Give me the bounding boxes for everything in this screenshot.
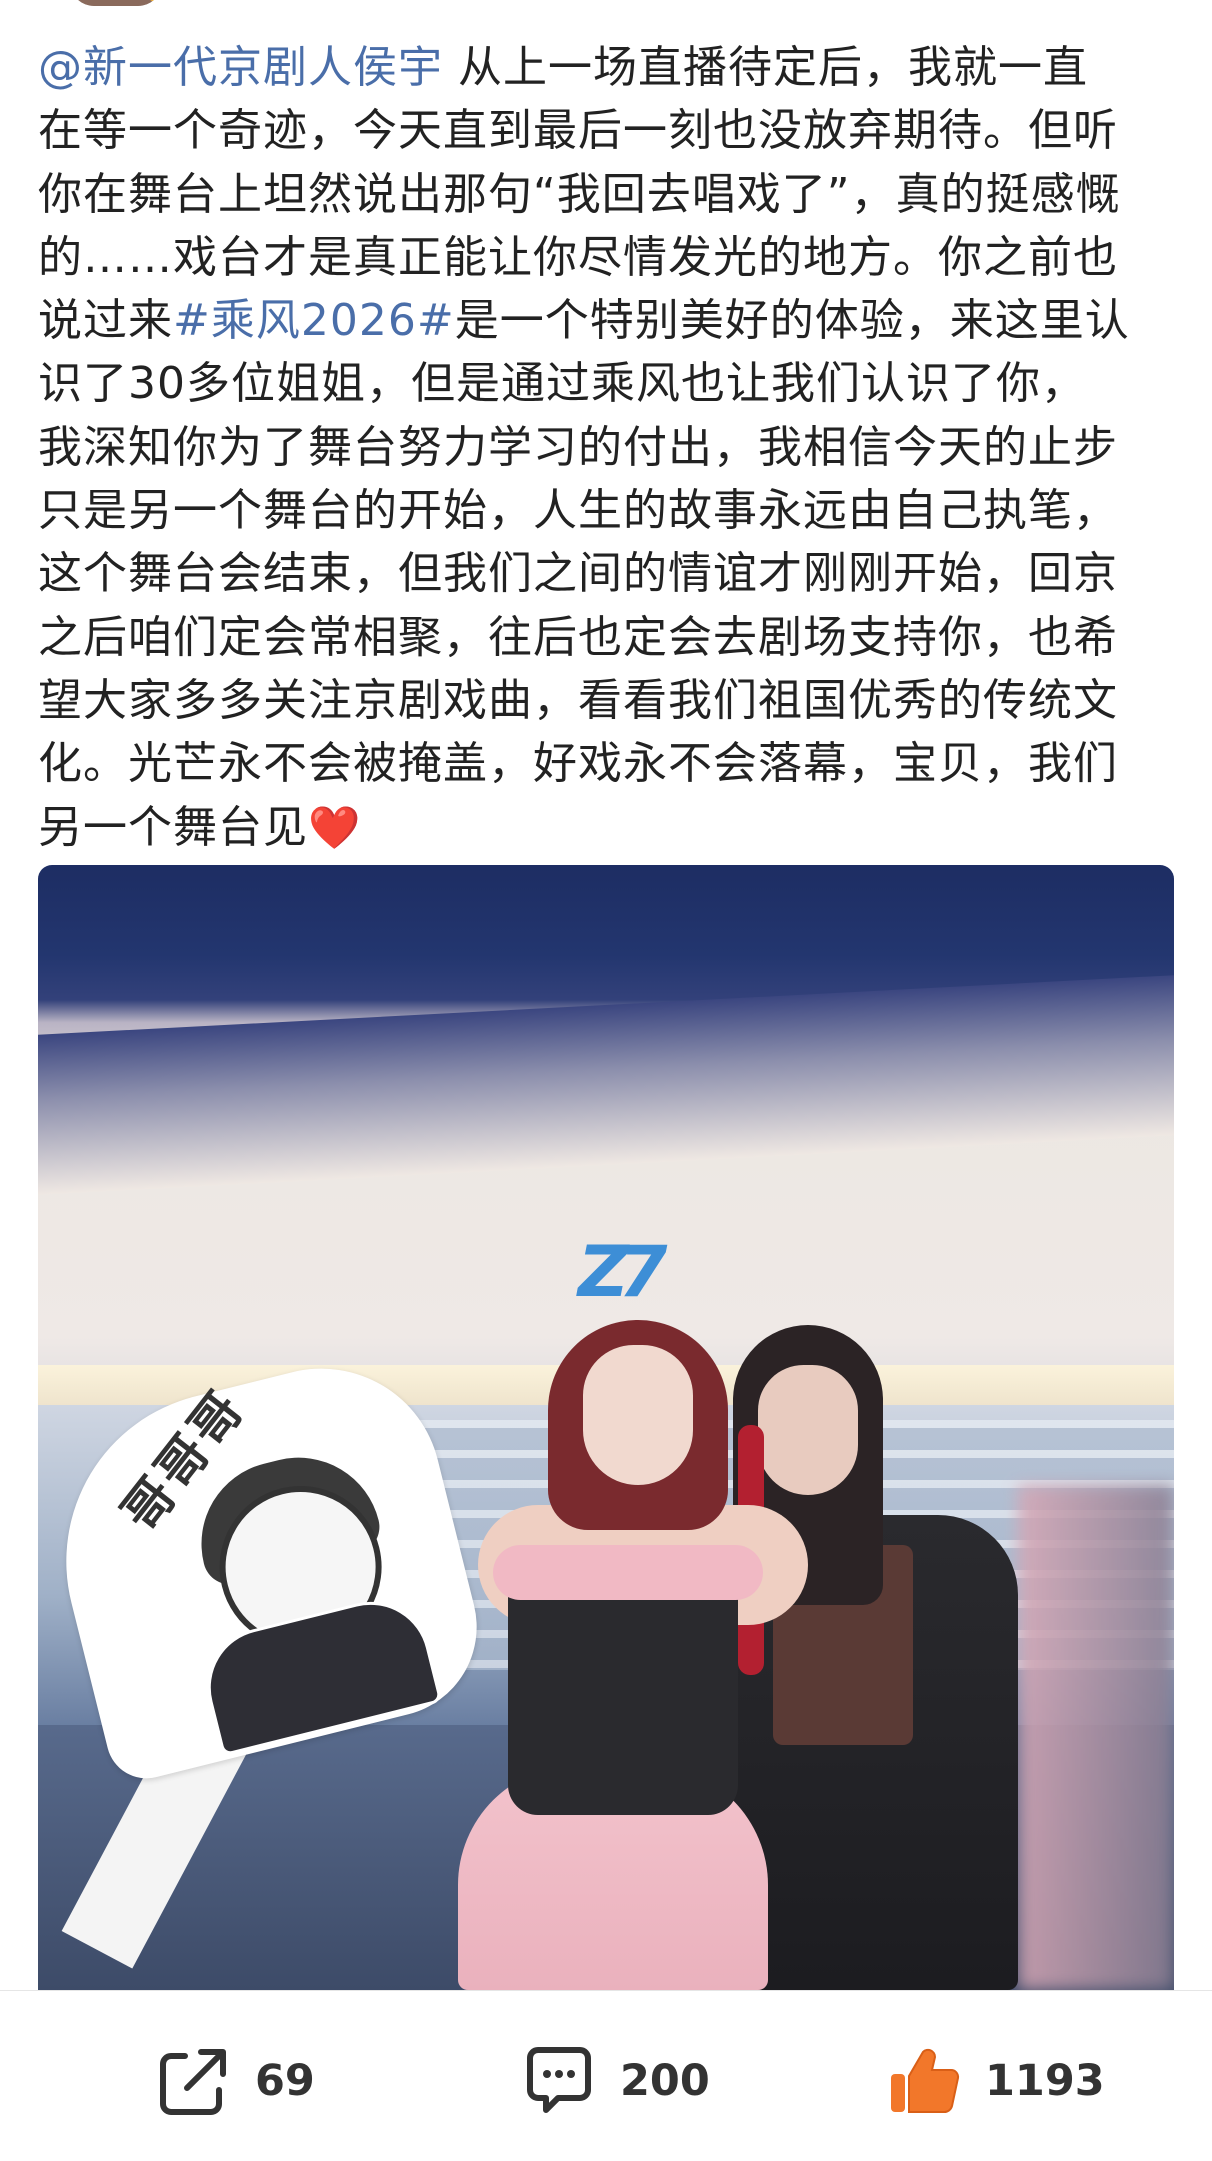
comment-count: 200 bbox=[620, 2056, 710, 2106]
like-count: 1193 bbox=[985, 2056, 1105, 2106]
person-left-face bbox=[583, 1345, 693, 1485]
repost-button[interactable]: 69 bbox=[155, 2041, 315, 2121]
heart-emoji: ❤️ bbox=[308, 802, 362, 852]
action-toolbar: 69 200 1193 bbox=[0, 1990, 1212, 2161]
like-button[interactable]: 1193 bbox=[885, 2041, 1105, 2121]
post-photo[interactable]: Z7 哥哥哥 bbox=[38, 865, 1174, 1990]
repost-count: 69 bbox=[255, 2056, 315, 2106]
hashtag-link[interactable]: #乘风2026# bbox=[173, 295, 455, 346]
stage-logo: Z7 bbox=[578, 1231, 667, 1313]
share-arrow-icon bbox=[160, 2049, 226, 2115]
background-crowd bbox=[1018, 1485, 1174, 1990]
post-text: @新一代京剧人侯宇 从上一场直播待定后，我就一直 在等一个奇迹，今天直到最后一刻… bbox=[38, 36, 1178, 859]
post-text-part-2: 是一个特别美好的体验，来这里认 识了30多位姐姐，但是通过乘风也让我们认识了你，… bbox=[38, 295, 1130, 853]
thumbs-up-icon bbox=[891, 2048, 960, 2113]
comment-bubble-icon bbox=[527, 2047, 591, 2113]
ceiling bbox=[38, 975, 1174, 1195]
person-left-feather-trim bbox=[493, 1545, 763, 1600]
mention-link[interactable]: @新一代京剧人侯宇 bbox=[38, 42, 443, 93]
comment-button[interactable]: 200 bbox=[520, 2041, 710, 2121]
avatar[interactable] bbox=[70, 0, 162, 6]
person-right-face bbox=[758, 1365, 858, 1495]
